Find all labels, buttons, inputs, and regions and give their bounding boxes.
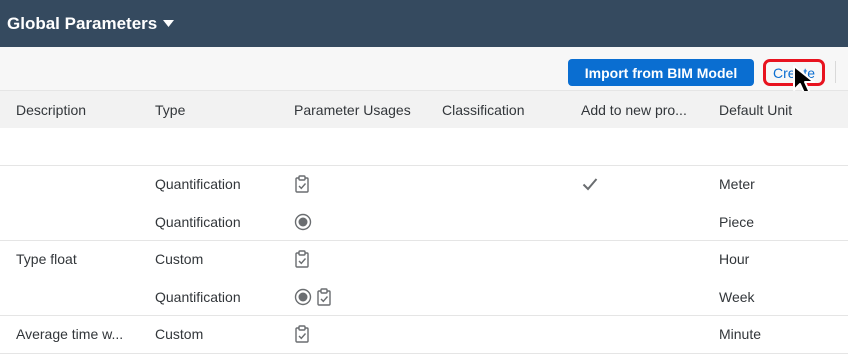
cell-classification	[442, 278, 572, 315]
column-header-classification[interactable]: Classification	[442, 91, 572, 128]
cell-description	[16, 128, 141, 165]
triangle-down-icon[interactable]	[163, 20, 175, 27]
table-row[interactable]: Quantification Week	[0, 278, 848, 316]
page-title: Global Parameters	[7, 13, 158, 33]
column-header-add-to-new[interactable]: Add to new pro...	[581, 91, 709, 128]
column-header-type[interactable]: Type	[155, 91, 285, 128]
cell-description	[16, 203, 141, 240]
cell-classification	[442, 128, 572, 165]
cell-add-to-new	[581, 278, 709, 315]
shell-bar: Global Parameters	[0, 0, 848, 47]
checkmark-icon	[582, 177, 598, 191]
cell-add-to-new	[581, 128, 709, 165]
cell-parameter-usages	[294, 316, 434, 353]
cell-type: Quantification	[155, 176, 241, 192]
cell-default-unit: Meter	[719, 176, 755, 192]
clipboard-icon	[294, 325, 310, 343]
cell-parameter-usages	[294, 166, 434, 203]
cell-add-to-new	[581, 316, 709, 353]
cell-parameter-usages	[294, 203, 434, 240]
import-from-bim-button[interactable]: Import from BIM Model	[568, 59, 754, 86]
cell-default-unit: Week	[719, 288, 755, 305]
cell-default-unit: Hour	[719, 251, 750, 267]
table-row[interactable]: Quantification Meter	[0, 165, 848, 204]
cell-default-unit: Minute	[719, 326, 762, 342]
cell-classification	[442, 203, 572, 240]
cell-default-unit: Piece	[719, 213, 755, 230]
cell-classification	[442, 166, 572, 203]
cell-type: Quantification	[155, 288, 241, 305]
toolbar-divider	[835, 61, 836, 83]
cell-description	[16, 166, 141, 203]
cell-add-to-new	[581, 203, 709, 240]
table-row[interactable]: Average time w... Custom Minute	[0, 315, 848, 354]
column-header-default-unit[interactable]: Default Unit	[719, 91, 839, 128]
cell-description: Type float	[16, 250, 77, 267]
cell-type: Custom	[155, 251, 204, 267]
cell-classification	[442, 316, 572, 353]
clipboard-icon	[294, 250, 310, 268]
column-header-description[interactable]: Description	[16, 91, 141, 128]
cell-default-unit	[719, 128, 839, 165]
cell-parameter-usages	[294, 241, 434, 278]
cell-parameter-usages	[294, 278, 434, 315]
column-header-parameter-usages[interactable]: Parameter Usages	[294, 91, 434, 128]
cell-type: Quantification	[155, 213, 241, 230]
app-title-menu[interactable]: Global Parameters	[7, 13, 175, 34]
table-row[interactable]: Quantification Piece	[0, 203, 848, 241]
clipboard-icon	[316, 287, 332, 306]
radio-target-icon	[294, 288, 312, 306]
cell-add-to-new	[581, 166, 709, 203]
cell-type	[155, 128, 285, 165]
cell-type: Custom	[155, 326, 204, 342]
cell-description	[16, 278, 141, 315]
table-toolbar: Import from BIM Model Create	[0, 47, 848, 91]
cell-add-to-new	[581, 241, 709, 278]
cell-description: Average time w...	[16, 325, 124, 342]
cell-parameter-usages	[294, 128, 434, 165]
clipboard-icon	[294, 175, 310, 193]
table-row[interactable]: Type float Custom Hour	[0, 240, 848, 279]
radio-target-icon	[294, 213, 312, 231]
table-row[interactable]	[0, 128, 848, 166]
table-header: Description Type Parameter Usages Classi…	[0, 91, 848, 129]
cell-classification	[442, 241, 572, 278]
